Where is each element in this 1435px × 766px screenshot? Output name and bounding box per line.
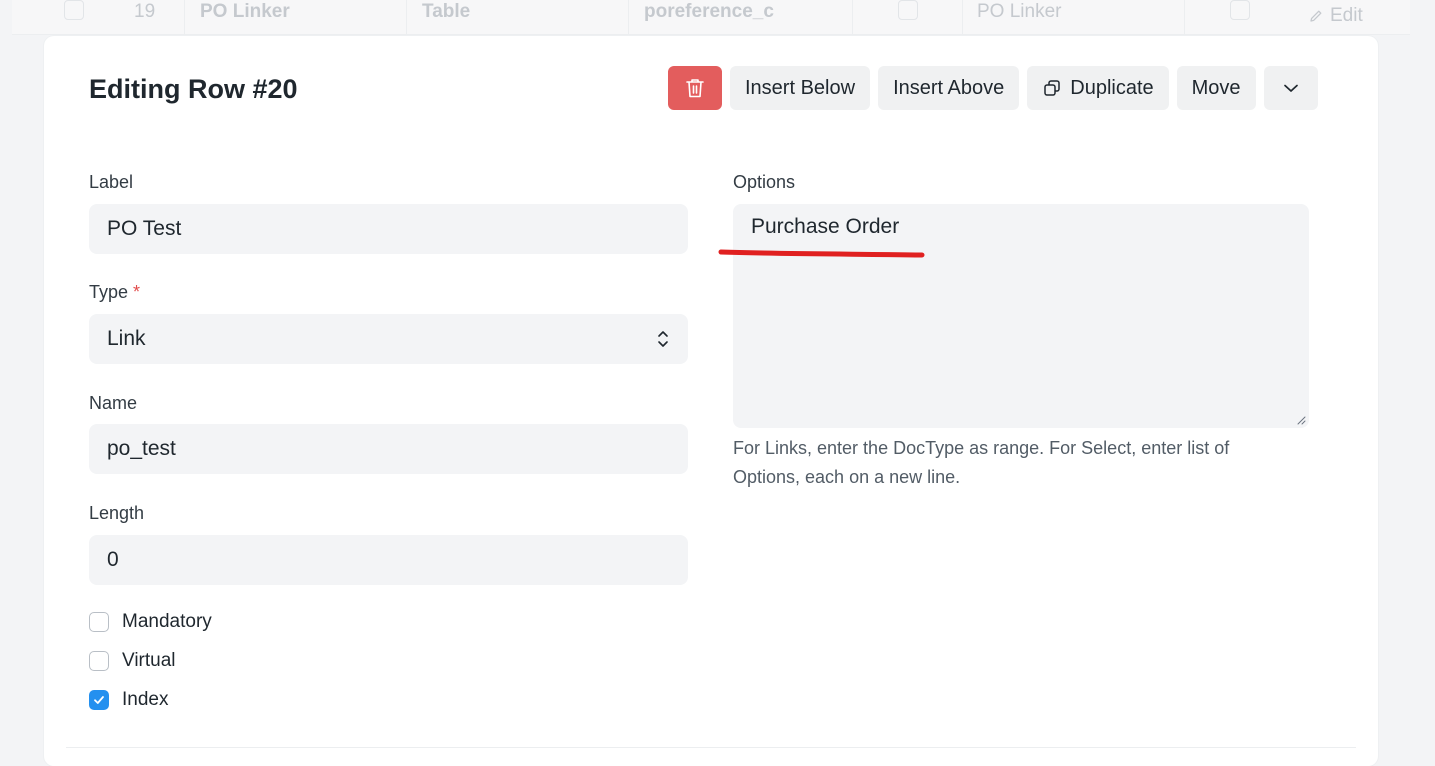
row-label-cell[interactable]: PO Linker — [200, 0, 290, 24]
length-input[interactable] — [89, 535, 688, 585]
row-options-cell[interactable]: PO Linker — [977, 0, 1061, 24]
column-divider — [852, 0, 853, 34]
virtual-label: Virtual — [122, 650, 176, 671]
row-type-cell[interactable]: Table — [422, 0, 470, 24]
divider — [66, 747, 1356, 748]
trash-icon — [686, 79, 704, 98]
edit-row-panel: Editing Row #20 Insert Below Insert Abov… — [44, 36, 1378, 766]
options-textarea-value: Purchase Order — [751, 215, 900, 238]
row-index-checkbox[interactable] — [1230, 0, 1250, 20]
row-number: 19 — [134, 1, 156, 22]
column-divider — [406, 0, 407, 34]
insert-above-button[interactable]: Insert Above — [878, 66, 1020, 110]
move-button[interactable]: Move — [1176, 66, 1256, 110]
column-divider — [962, 0, 963, 34]
grid-row-background: 19 PO Linker Table poreference_c PO Link… — [12, 0, 1410, 35]
name-field-text: Name — [89, 393, 138, 413]
pencil-icon — [1310, 10, 1322, 22]
row-select-checkbox[interactable] — [64, 0, 84, 20]
edit-label: Edit — [1330, 5, 1363, 26]
checkmark-icon — [94, 696, 104, 704]
row-mandatory-checkbox[interactable] — [898, 0, 918, 20]
label-field-label: Label — [89, 172, 133, 193]
duplicate-label: Duplicate — [1070, 76, 1154, 99]
index-checkbox[interactable] — [89, 690, 109, 710]
name-input[interactable] — [89, 424, 688, 474]
resize-grip-icon[interactable] — [1296, 415, 1306, 425]
column-divider — [184, 0, 185, 34]
insert-below-button[interactable]: Insert Below — [730, 66, 871, 110]
type-field-text: Type — [89, 282, 129, 302]
chevron-down-icon — [1283, 84, 1298, 92]
index-checkbox-row[interactable]: Index — [89, 689, 168, 711]
options-help-text: For Links, enter the DocType as range. F… — [733, 438, 1230, 487]
mandatory-checkbox-row[interactable]: Mandatory — [89, 611, 212, 633]
virtual-checkbox[interactable] — [89, 651, 109, 671]
options-field-label: Options — [733, 172, 795, 193]
virtual-checkbox-row[interactable]: Virtual — [89, 650, 176, 672]
duplicate-button[interactable]: Duplicate — [1027, 66, 1169, 110]
type-select-value: Link — [107, 327, 146, 350]
panel-title: Editing Row #20 — [89, 74, 298, 104]
label-input[interactable] — [89, 204, 688, 254]
options-textarea[interactable]: Purchase Order — [733, 204, 1309, 428]
column-divider — [628, 0, 629, 34]
length-field-text: Length — [89, 503, 145, 523]
mandatory-checkbox[interactable] — [89, 612, 109, 632]
mandatory-label: Mandatory — [122, 611, 212, 632]
annotation-underline — [718, 249, 925, 258]
row-edit-link[interactable]: Edit — [1308, 4, 1363, 28]
duplicate-icon — [1044, 80, 1060, 96]
row-actions-toolbar: Insert Below Insert Above Duplicate Move — [668, 66, 1318, 110]
type-field-label: Type * — [89, 282, 140, 303]
row-name-cell[interactable]: poreference_c — [644, 0, 774, 24]
more-actions-button[interactable] — [1263, 66, 1318, 110]
index-label: Index — [122, 689, 169, 710]
label-field-text: Label — [89, 172, 134, 192]
length-field-label: Length — [89, 503, 144, 524]
column-divider — [1184, 0, 1185, 34]
name-field-label: Name — [89, 393, 137, 414]
options-field-text: Options — [733, 172, 796, 192]
required-marker: * — [133, 282, 141, 302]
type-select[interactable]: Link — [89, 314, 688, 364]
delete-row-button[interactable] — [668, 66, 722, 110]
select-arrows-icon — [658, 331, 668, 347]
